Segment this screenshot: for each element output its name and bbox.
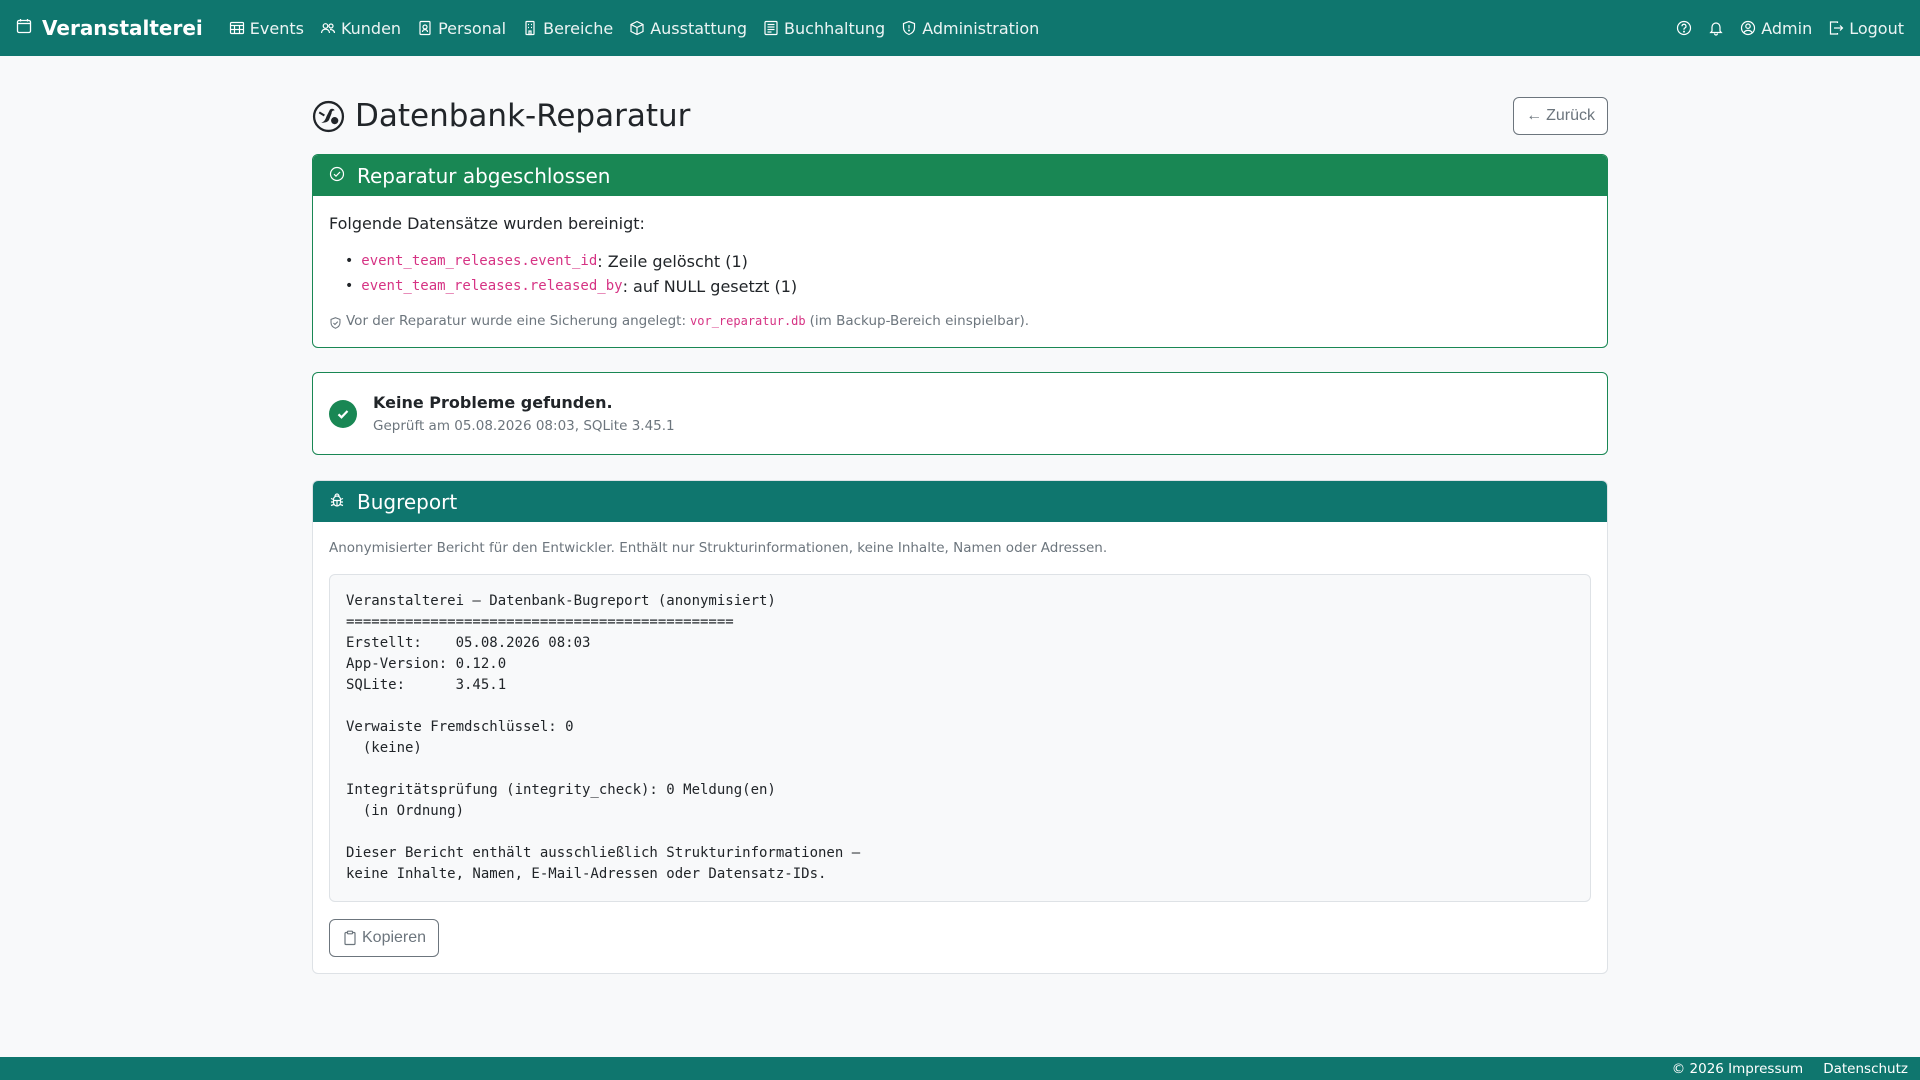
database-repair-icon [312,100,345,133]
calendar-icon [16,18,36,38]
box-icon [629,20,645,36]
repair-card-title: Reparatur abgeschlossen [357,163,611,188]
backup-file: vor_reparatur.db [690,314,806,328]
bugreport-card-header: Bugreport [313,481,1607,522]
bugreport-description: Anonymisierter Bericht für den Entwickle… [329,540,1108,556]
user-menu[interactable]: Admin [1740,19,1812,38]
nav-item-label: Bereiche [543,18,614,38]
building-icon [522,20,538,36]
main-nav: Events Kunden Personal Bereiche Ausstatt… [229,19,1039,38]
nav-item-label: Ausstattung [650,18,748,38]
check-circle-icon [329,166,349,186]
shield-check-icon [329,315,342,329]
check-status-text: Keine Probleme gefunden. Geprüft am 05.0… [373,393,675,434]
fix-description: : auf NULL gesetzt (1) [622,277,798,296]
clipboard-icon [342,930,358,946]
bugreport-card: Bugreport Anonymisierter Bericht für den… [312,480,1608,974]
repair-result-card: Reparatur abgeschlossen Folgende Datensä… [312,154,1608,348]
check-status-subtitle: Geprüft am 05.08.2026 08:03, SQLite 3.45… [373,418,675,434]
logout-label: Logout [1849,18,1904,38]
main-content: Datenbank-Reparatur ← Zurück Reparatur a… [312,56,1608,974]
backup-suffix: (im Backup-Bereich einspielbar). [809,313,1030,329]
bugreport-card-title: Bugreport [357,489,458,514]
check-status-title: Keine Probleme gefunden. [373,393,613,412]
page-title-label: Datenbank-Reparatur [355,98,691,134]
nav-item-personal[interactable]: Personal [417,19,506,38]
page-title: Datenbank-Reparatur [312,98,690,134]
page-header: Datenbank-Reparatur ← Zurück [312,96,1608,136]
nav-item-bereiche[interactable]: Bereiche [522,19,613,38]
user-name: Admin [1761,18,1813,38]
privacy-link[interactable]: Datenschutz [1823,1061,1908,1077]
back-button[interactable]: ← Zurück [1513,97,1608,135]
fix-description: : Zeile gelöscht (1) [597,252,748,271]
shield-icon [901,20,917,36]
arrow-left-icon: ← [1526,107,1543,124]
repair-list: event_team_releases.event_id: Zeile gelö… [329,249,1591,299]
ledger-icon [763,20,779,36]
logout-icon [1828,20,1844,36]
top-navbar: Veranstalterei Events Kunden Personal Be… [0,0,1920,56]
field-name: event_team_releases.event_id [361,253,598,269]
backup-prefix: Vor der Reparatur wurde eine Sicherung a… [346,313,687,329]
backup-note: Vor der Reparatur wurde eine Sicherung a… [329,313,1591,329]
nav-item-administration[interactable]: Administration [901,19,1039,38]
copy-button-label: Kopieren [362,929,427,946]
check-icon [329,399,357,428]
footer: © 2026 Impressum Datenschutz [0,1057,1920,1080]
bugreport-text[interactable]: Veranstalterei – Datenbank-Bugreport (an… [329,574,1591,902]
nav-item-ausstattung[interactable]: Ausstattung [629,19,747,38]
bugreport-card-body: Anonymisierter Bericht für den Entwickle… [313,522,1607,973]
list-item: event_team_releases.released_by: auf NUL… [345,274,1591,299]
help-icon[interactable] [1676,20,1692,36]
back-button-label: Zurück [1546,107,1595,124]
check-status-card: Keine Probleme gefunden. Geprüft am 05.0… [312,372,1608,455]
bug-icon [329,492,349,512]
bell-icon[interactable] [1708,20,1724,36]
calendar-grid-icon [229,20,245,36]
repair-card-body: Folgende Datensätze wurden bereinigt: ev… [313,196,1607,347]
badge-icon [417,20,433,36]
list-item: event_team_releases.event_id: Zeile gelö… [345,249,1591,274]
impressum-link[interactable]: © 2026 Impressum [1672,1061,1803,1077]
nav-item-label: Events [249,18,304,38]
nav-item-kunden[interactable]: Kunden [320,19,401,38]
nav-item-label: Personal [438,18,507,38]
nav-item-label: Buchhaltung [784,18,886,38]
repair-card-header: Reparatur abgeschlossen [313,155,1607,196]
people-icon [320,20,336,36]
nav-item-events[interactable]: Events [229,19,304,38]
user-circle-icon [1740,20,1756,36]
nav-item-buchhaltung[interactable]: Buchhaltung [763,19,885,38]
nav-item-label: Administration [922,18,1040,38]
logout-link[interactable]: Logout [1828,19,1904,38]
field-name: event_team_releases.released_by [361,278,623,294]
repair-intro: Folgende Datensätze wurden bereinigt: [329,214,645,233]
nav-item-label: Kunden [340,18,402,38]
brand-label: Veranstalterei [42,16,203,40]
nav-right: Admin Logout [1676,19,1904,38]
copy-button[interactable]: Kopieren [329,919,440,957]
brand-link[interactable]: Veranstalterei [16,16,203,40]
